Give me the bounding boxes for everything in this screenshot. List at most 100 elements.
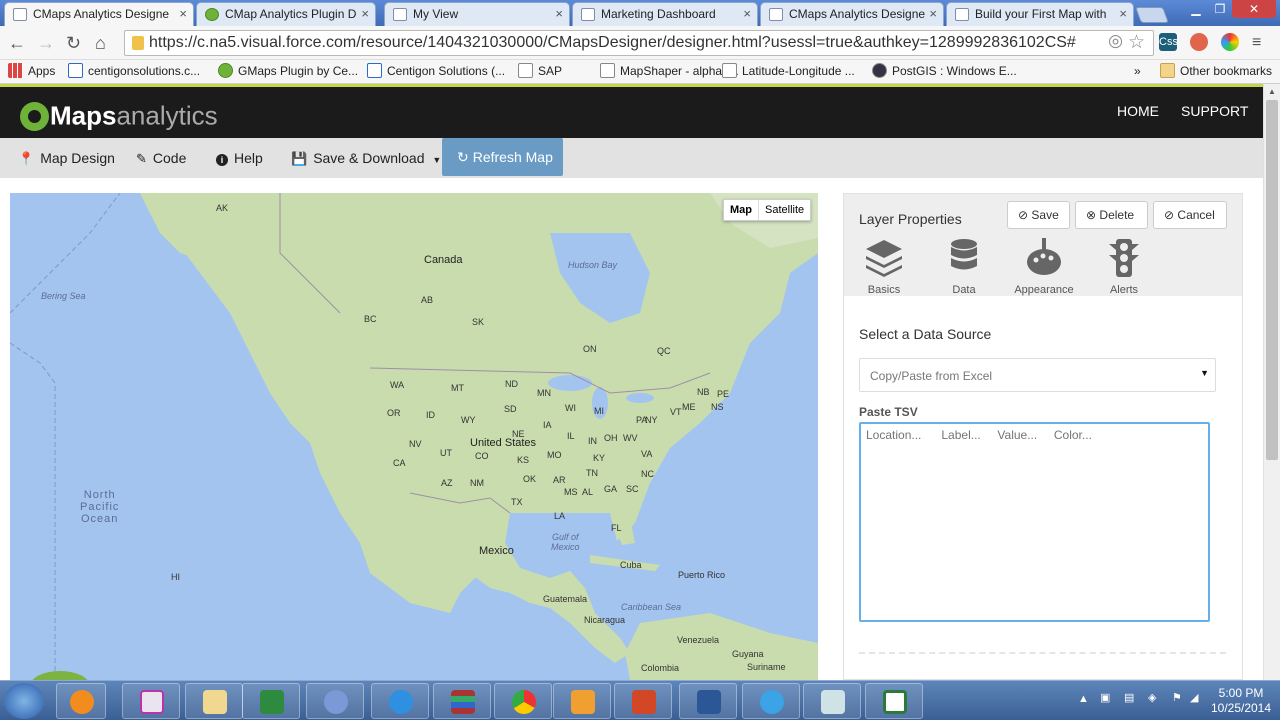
tab-appearance[interactable]: Appearance — [1014, 238, 1074, 296]
tray-app-icon[interactable]: ▣ — [1100, 691, 1110, 704]
taskbar-app[interactable] — [614, 683, 672, 719]
button-label: Save & Download — [313, 150, 425, 166]
url-text: https://c.na5.visual.force.com/resource/… — [149, 34, 1076, 51]
bookmark-item[interactable]: Latitude-Longitude ... — [722, 63, 855, 78]
browser-tab[interactable]: Build your First Map with × — [946, 2, 1134, 26]
paste-tsv-textarea[interactable] — [859, 422, 1210, 622]
save-download-button[interactable]: 💾 Save & Download ▼ — [291, 150, 441, 167]
menu-icon[interactable]: ≡ — [1252, 33, 1261, 53]
taskbar-app[interactable] — [494, 683, 552, 719]
tray-sync-icon[interactable]: ◈ — [1148, 691, 1156, 704]
taskbar-app[interactable] — [122, 683, 180, 719]
bookmark-star-icon[interactable]: ☆ — [1128, 31, 1145, 54]
cmaps-logo[interactable]: Mapsanalytics — [20, 99, 218, 131]
tab-alerts[interactable]: Alerts — [1094, 238, 1154, 296]
taskbar-app[interactable] — [865, 683, 923, 719]
close-icon[interactable]: × — [1119, 6, 1127, 21]
page-icon — [722, 63, 737, 78]
map-label: CA — [393, 458, 406, 468]
bookmark-item[interactable]: Centigon Solutions (... — [367, 63, 505, 78]
taskbar-app[interactable] — [371, 683, 429, 719]
browser-tab[interactable]: CMaps Analytics Designe × — [760, 2, 944, 26]
close-icon[interactable]: × — [743, 6, 751, 21]
browser-tab[interactable]: CMap Analytics Plugin D × — [196, 2, 376, 26]
tab-basics[interactable]: Basics — [854, 238, 914, 296]
code-button[interactable]: ✎ Code — [136, 150, 186, 167]
delete-button[interactable]: ⊗ Delete — [1075, 201, 1148, 229]
bookmark-item[interactable]: PostGIS : Windows E... — [872, 63, 1017, 78]
nav-home[interactable]: HOME — [1117, 103, 1159, 119]
minimize-icon[interactable]: ▁ — [1184, 0, 1208, 18]
extension-icon[interactable] — [1190, 33, 1208, 51]
volume-icon[interactable]: ◢ — [1190, 691, 1198, 704]
designer-toolbar: 📍 Map Design ✎ Code i Help 💾 Save & Download… — [0, 138, 1263, 178]
data-source-select[interactable]: Copy/Paste from Excel ▼ — [859, 358, 1216, 392]
bookmark-apps[interactable]: Apps — [8, 63, 55, 78]
cancel-button[interactable]: ⊘ Cancel — [1153, 201, 1227, 229]
refresh-icon: ↻ — [457, 149, 469, 165]
bookmark-item[interactable]: GMaps Plugin by Ce... — [218, 63, 358, 78]
help-button[interactable]: i Help — [216, 150, 263, 166]
browser-tab[interactable]: CMaps Analytics Designe × — [4, 2, 194, 27]
forward-icon[interactable]: → — [37, 33, 55, 53]
map-label: MS — [564, 487, 578, 497]
back-icon[interactable]: ← — [8, 33, 26, 53]
map-type-satellite-button[interactable]: Satellite — [759, 200, 810, 220]
map-label: WY — [461, 415, 476, 425]
page-scrollbar[interactable]: ▲ — [1263, 84, 1280, 680]
bookmarks-overflow[interactable]: » — [1134, 64, 1141, 78]
taskbar-app[interactable] — [803, 683, 861, 719]
color-picker-icon[interactable] — [1221, 33, 1239, 51]
bookmark-item[interactable]: centigonsolutions.c... — [68, 63, 200, 78]
tab-data[interactable]: Data — [934, 238, 994, 296]
home-icon[interactable]: ⌂ — [95, 33, 106, 53]
nav-support[interactable]: SUPPORT — [1181, 103, 1248, 119]
refresh-map-button[interactable]: ↻ Refresh Map — [442, 138, 563, 176]
flag-icon[interactable]: ⚑ — [1172, 691, 1182, 704]
start-button[interactable] — [4, 683, 44, 719]
scrollbar-thumb[interactable] — [1266, 100, 1278, 460]
network-icon[interactable]: ▤ — [1124, 691, 1134, 704]
map-label: NE — [512, 429, 525, 439]
bookmark-item[interactable]: MapShaper - alpha t... — [600, 63, 739, 78]
restore-icon[interactable]: ❐ — [1208, 0, 1232, 18]
taskbar-app[interactable] — [679, 683, 737, 719]
map-label: AZ — [441, 478, 453, 488]
taskbar-app[interactable] — [185, 683, 243, 719]
map-label: United States — [470, 437, 537, 449]
close-icon[interactable]: × — [361, 6, 369, 21]
tray-expand-icon[interactable]: ▲ — [1078, 693, 1089, 705]
taskbar-app[interactable] — [306, 683, 364, 719]
bookmark-item[interactable]: SAP — [518, 63, 562, 78]
css-extension-icon[interactable]: Css — [1159, 33, 1178, 51]
browser-tab[interactable]: Marketing Dashboard × — [572, 2, 758, 26]
map-design-button[interactable]: 📍 Map Design — [18, 150, 115, 167]
other-bookmarks[interactable]: Other bookmarks — [1160, 63, 1272, 78]
taskbar-app[interactable] — [553, 683, 611, 719]
browser-tab[interactable]: My View × — [384, 2, 570, 26]
reload-icon[interactable]: ↻ — [66, 33, 81, 53]
cmaps-icon — [218, 63, 233, 78]
close-icon[interactable]: × — [555, 6, 563, 21]
taskbar-app[interactable] — [742, 683, 800, 719]
new-tab-button[interactable] — [1135, 7, 1169, 23]
system-tray: ▲ ▣ ▤ ◈ ⚑ ◢ — [1074, 687, 1204, 715]
map-label: MO — [547, 450, 562, 460]
tab-label: Appearance — [1014, 284, 1074, 296]
map-type-map-button[interactable]: Map — [724, 200, 759, 220]
taskbar-app[interactable] — [242, 683, 300, 719]
map-label: NS — [711, 402, 724, 412]
address-bar[interactable]: https://c.na5.visual.force.com/resource/… — [124, 30, 1154, 56]
close-icon[interactable]: × — [929, 6, 937, 21]
taskbar-app[interactable] — [433, 683, 491, 719]
location-icon[interactable]: ◎ — [1108, 31, 1123, 51]
save-button[interactable]: ⊘ Save — [1007, 201, 1070, 229]
remote-desktop-icon — [324, 690, 348, 714]
close-icon[interactable]: × — [179, 6, 187, 21]
window-close-icon[interactable]: ✕ — [1232, 0, 1276, 18]
taskbar-app[interactable] — [56, 683, 106, 719]
scroll-up-icon[interactable]: ▲ — [1268, 87, 1276, 96]
system-clock[interactable]: 5:00 PM 10/25/2014 — [1208, 686, 1274, 716]
map-canvas[interactable]: Map Satellite Canada United States Mexico… — [10, 193, 818, 680]
map-label: Puerto Rico — [678, 570, 726, 580]
